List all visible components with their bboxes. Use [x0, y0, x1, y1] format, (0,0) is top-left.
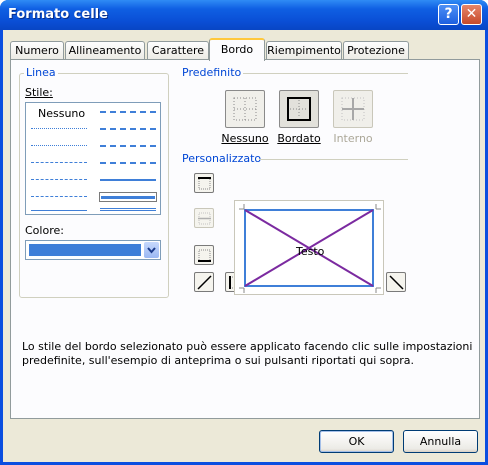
dialog-client: Numero Allineamento Carattere Bordo Riem… [3, 30, 485, 462]
line-style-list[interactable]: Nessuno [25, 102, 161, 215]
preset-inside-label: Interno [333, 132, 373, 145]
border-top-button[interactable] [194, 173, 214, 193]
preview-text: Testo [296, 245, 325, 258]
line-group-title: Linea [24, 66, 58, 79]
border-inside-horizontal-button[interactable] [194, 208, 214, 228]
line-style-dotted[interactable] [31, 145, 87, 146]
border-diagonal-up-button[interactable] [194, 272, 214, 292]
color-dropdown[interactable] [25, 240, 161, 260]
border-preview[interactable]: Testo [234, 200, 384, 295]
line-style-dash-dot-dot[interactable] [31, 162, 87, 163]
border-tab-panel: Linea Stile: Nessuno Colore: Predefinito… [10, 59, 480, 419]
border-none-icon [233, 97, 257, 121]
presets-separator [243, 73, 408, 74]
description-text: Lo stile del bordo selezionato può esser… [22, 340, 473, 367]
line-style-thin[interactable] [31, 210, 87, 211]
border-inside-icon [341, 97, 365, 121]
chevron-down-icon[interactable] [144, 242, 159, 258]
preset-outline-label: Bordato [277, 132, 321, 145]
line-style-medium-dash-dot[interactable] [100, 145, 156, 147]
tab-carattere[interactable]: Carattere [147, 41, 209, 60]
custom-title: Personalizzato [182, 152, 265, 165]
color-swatch [29, 244, 141, 256]
style-label: Stile: [25, 86, 53, 99]
tab-riempimento[interactable]: Riempimento [266, 41, 342, 60]
line-style-double[interactable] [100, 208, 156, 211]
tab-bordo[interactable]: Bordo [209, 38, 265, 61]
tab-numero[interactable]: Numero [10, 41, 64, 60]
line-style-medium[interactable] [100, 179, 156, 181]
border-bottom-button[interactable] [194, 245, 214, 265]
border-diagonal-up-icon [197, 275, 212, 290]
line-style-medium-dash-dot-dot[interactable] [100, 111, 156, 113]
border-top-icon [198, 177, 211, 190]
line-group: Linea Stile: Nessuno Colore: [19, 66, 169, 298]
style-none-label[interactable]: Nessuno [38, 107, 85, 120]
preset-outline-button[interactable] [279, 90, 319, 128]
presets-title: Predefinito [182, 66, 245, 79]
line-style-thick-selected[interactable] [99, 192, 157, 202]
tab-protezione[interactable]: Protezione [343, 41, 409, 60]
help-button[interactable]: ? [438, 4, 459, 25]
line-style-dash-dot[interactable] [31, 179, 87, 180]
border-outline-icon [287, 97, 311, 121]
thick-line-sample [101, 196, 155, 199]
line-style-medium-dashed[interactable] [100, 162, 156, 164]
title-bar[interactable]: Formato celle ? ✕ [0, 0, 488, 30]
preset-none-label: Nessuno [221, 132, 269, 145]
border-inside-horizontal-icon [198, 212, 211, 225]
cancel-button[interactable]: Annulla [403, 430, 478, 453]
preset-none-button[interactable] [225, 90, 265, 128]
dialog-window: Formato celle ? ✕ Numero Allineamento Ca… [0, 0, 488, 465]
ok-button[interactable]: OK [319, 430, 394, 453]
tab-allineamento[interactable]: Allineamento [65, 41, 145, 60]
window-title: Formato celle [8, 7, 108, 22]
preset-inside-button[interactable] [333, 90, 373, 128]
border-diagonal-down-icon [389, 275, 404, 290]
border-bottom-icon [198, 249, 211, 262]
custom-separator [259, 159, 408, 160]
color-label: Colore: [25, 224, 64, 237]
line-style-dashed[interactable] [31, 196, 87, 197]
line-style-slanted-dash-dot[interactable] [100, 128, 156, 130]
border-diagonal-down-button[interactable] [386, 272, 406, 292]
line-style-hair[interactable] [31, 128, 87, 129]
tab-strip: Numero Allineamento Carattere Bordo Riem… [10, 38, 480, 61]
close-button[interactable]: ✕ [461, 4, 482, 25]
